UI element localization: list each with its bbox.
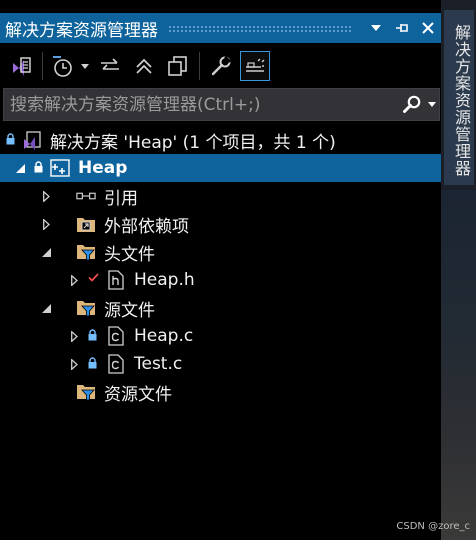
side-tab-label: 解决方案资源管理器: [452, 24, 471, 177]
expanded-arrow-icon[interactable]: [40, 245, 52, 259]
cpp-project-icon: [50, 158, 70, 178]
title-drag-grip[interactable]: [168, 24, 353, 32]
tree-item-label: 引用: [104, 188, 138, 209]
expanded-arrow-icon[interactable]: [14, 161, 26, 175]
solution-explorer-side-tab[interactable]: 解决方案资源管理器: [444, 10, 474, 185]
collapsed-arrow-icon[interactable]: [68, 357, 80, 371]
collapse-all-icon[interactable]: [129, 50, 159, 82]
external-dependencies-icon: [76, 214, 96, 234]
tree-item-label: Heap.h: [134, 270, 195, 290]
desktop-background: [441, 190, 476, 540]
tree-item-heap-h[interactable]: Heap.h: [0, 266, 476, 294]
tree-item-solution[interactable]: 解决方案 'Heap' (1 个项目，共 1 个): [0, 126, 447, 154]
search-icon[interactable]: [399, 90, 425, 120]
filter-folder-icon: [76, 298, 96, 318]
panel-toolbar: [0, 46, 441, 86]
tree-item-references[interactable]: 引用: [0, 182, 476, 210]
toolbar-separator: [42, 52, 43, 80]
tree-item-label: Heap: [78, 158, 128, 178]
pending-changes-filter-icon[interactable]: [49, 50, 75, 82]
sync-with-active-document-icon[interactable]: [95, 50, 125, 82]
collapsed-arrow-icon[interactable]: [40, 189, 52, 203]
tree-item-external-dependencies[interactable]: 外部依赖项: [0, 210, 476, 238]
tree-item-source-files[interactable]: 源文件: [0, 294, 476, 322]
tree-item-project-heap[interactable]: Heap: [0, 154, 455, 182]
properties-wrench-icon[interactable]: [206, 50, 236, 82]
lock-icon: [88, 329, 98, 343]
tree-item-test-c[interactable]: Test.c: [0, 350, 476, 378]
tree-item-label: 头文件: [104, 244, 155, 265]
filter-folder-icon: [76, 382, 96, 402]
checked-in-icon: [88, 273, 100, 287]
collapsed-arrow-icon[interactable]: [68, 273, 80, 287]
side-dock-area: 解决方案资源管理器: [441, 0, 476, 540]
show-all-files-icon[interactable]: [163, 50, 193, 82]
auto-hide-pin-icon[interactable]: [389, 15, 415, 41]
lock-icon: [88, 357, 98, 371]
tree-item-label: 源文件: [104, 300, 155, 321]
tree-item-label: Heap.c: [134, 326, 194, 346]
preview-selected-items-icon[interactable]: [240, 51, 270, 81]
c-source-file-icon: [106, 354, 126, 374]
search-box[interactable]: [3, 88, 440, 121]
search-options-dropdown-icon[interactable]: [425, 90, 439, 120]
window-position-dropdown-icon[interactable]: [363, 15, 389, 41]
references-icon: [76, 186, 96, 206]
tree-item-header-files[interactable]: 头文件: [0, 238, 476, 266]
tree-item-label: 外部依赖项: [104, 216, 189, 237]
collapsed-arrow-icon[interactable]: [68, 329, 80, 343]
solution-explorer-panel: 解决方案资源管理器 搜索解决方案资源管理器(Ctrl+;) 解决方案 'Heap…: [0, 0, 455, 540]
filter-dropdown-icon[interactable]: [79, 50, 91, 82]
c-source-file-icon: [106, 326, 126, 346]
lock-icon: [6, 133, 16, 147]
tree-item-label: 资源文件: [104, 384, 172, 405]
tree-item-heap-c[interactable]: Heap.c: [0, 322, 476, 350]
header-file-icon: [106, 270, 126, 290]
panel-title: 解决方案资源管理器: [5, 20, 158, 41]
tree-item-label: 解决方案 'Heap' (1 个项目，共 1 个): [50, 132, 336, 153]
search-input[interactable]: [4, 93, 399, 116]
solution-icon: [22, 130, 42, 150]
collapsed-arrow-icon[interactable]: [40, 217, 52, 231]
filter-folder-icon: [76, 242, 96, 262]
tree-item-resource-files[interactable]: 资源文件: [0, 378, 476, 406]
watermark: CSDN @zore_c: [396, 521, 470, 532]
expanded-arrow-icon[interactable]: [40, 301, 52, 315]
lock-icon: [34, 161, 44, 175]
panel-title-bar[interactable]: 解决方案资源管理器: [0, 13, 441, 43]
close-icon[interactable]: [415, 15, 441, 41]
switch-views-icon[interactable]: [6, 50, 36, 82]
tree-item-label: Test.c: [134, 354, 183, 374]
toolbar-separator: [199, 52, 200, 80]
